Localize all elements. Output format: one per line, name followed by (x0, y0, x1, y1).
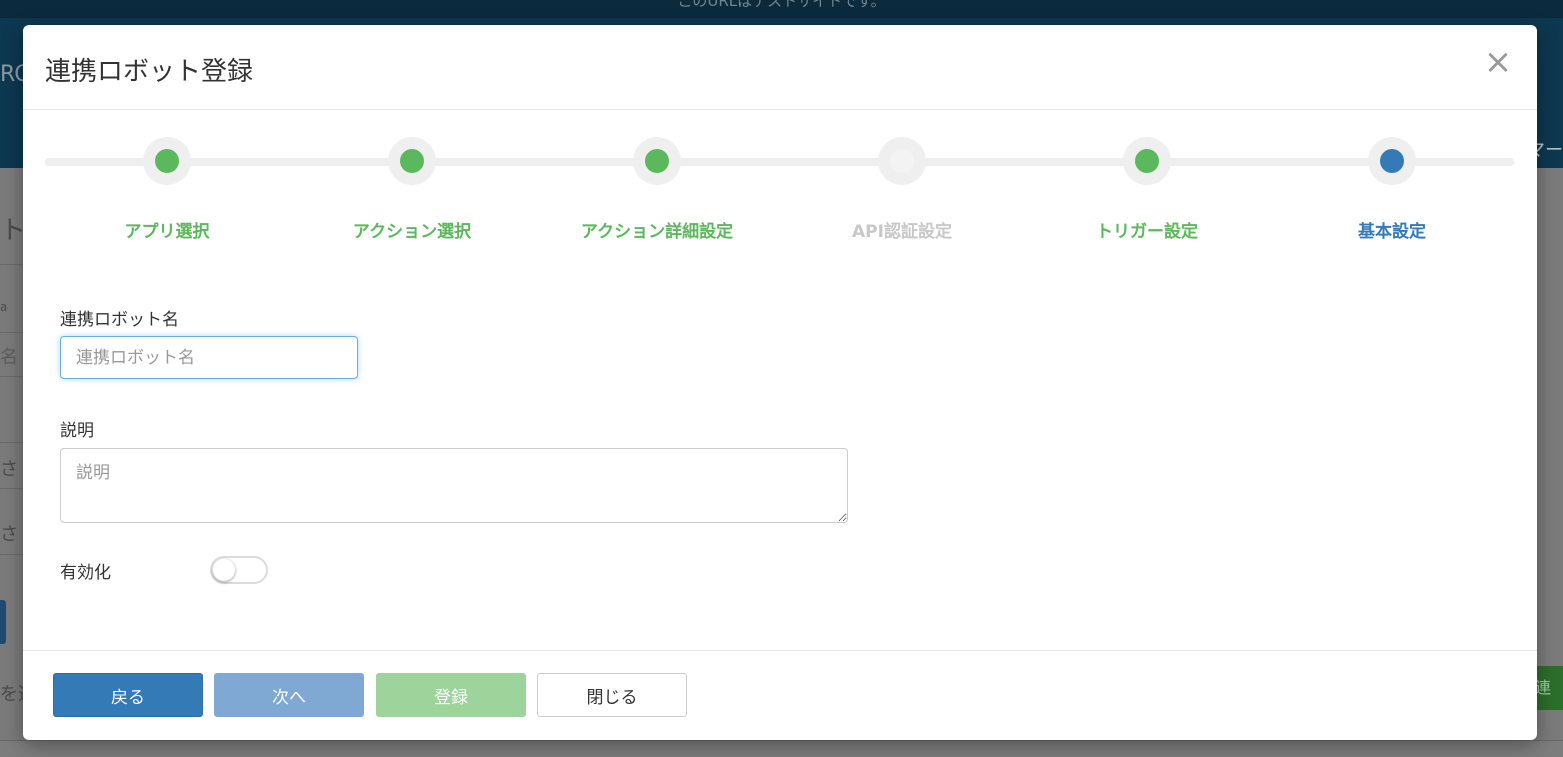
step-ring (388, 137, 436, 185)
enable-toggle[interactable] (210, 556, 268, 584)
wizard-stepper: アプリ選択 アクション選択 アクション詳細設定 API認証設定 トリガー設定 基… (45, 137, 1514, 247)
close-button[interactable]: 閉じる (537, 673, 687, 717)
modal-footer: 戻る 次へ 登録 閉じる (23, 650, 1537, 741)
enable-label: 有効化 (60, 563, 111, 583)
bg-button (0, 600, 6, 644)
bg-text-fragment: a (0, 300, 8, 314)
description-label: 説明 (60, 421, 94, 441)
robot-name-input[interactable] (60, 336, 358, 379)
bg-button-label: 連 (1535, 678, 1552, 697)
register-robot-modal: 連携ロボット登録 × アプリ選択 アクション選択 アクション詳細設定 API認証… (23, 25, 1537, 740)
close-icon[interactable]: × (1481, 45, 1515, 79)
bg-text-fragment: さ (0, 524, 18, 545)
modal-title: 連携ロボット登録 (45, 57, 254, 87)
step-label: アプリ選択 (124, 222, 210, 242)
stepper-track (45, 158, 1514, 166)
back-button[interactable]: 戻る (53, 673, 203, 717)
step-label: アクション選択 (352, 222, 472, 242)
description-textarea[interactable] (60, 448, 848, 523)
step-ring (143, 137, 191, 185)
step-dot-icon (645, 149, 669, 173)
step-label: トリガー設定 (1096, 222, 1198, 242)
step-dot-icon (400, 149, 424, 173)
bg-text-fragment: 名 (0, 347, 18, 368)
step-label: 基本設定 (1358, 222, 1426, 242)
step-label: アクション詳細設定 (580, 222, 734, 242)
step-ring (878, 137, 926, 185)
bg-text-fragment: さ (0, 459, 18, 480)
step-label: API認証設定 (852, 222, 952, 242)
step-dot-icon (890, 149, 914, 173)
bg-table-header (0, 740, 1563, 757)
step-dot-icon (1380, 149, 1404, 173)
step-ring (633, 137, 681, 185)
register-button[interactable]: 登録 (376, 673, 526, 717)
step-dot-icon (1135, 149, 1159, 173)
step-dot-icon (155, 149, 179, 173)
next-button[interactable]: 次へ (214, 673, 364, 717)
step-ring (1368, 137, 1416, 185)
modal-header: 連携ロボット登録 × (23, 25, 1537, 110)
test-site-banner: このURLはテストサイトです。 (0, 0, 1563, 18)
toggle-knob (213, 559, 235, 581)
test-site-banner-text: このURLはテストサイトです。 (677, 0, 886, 10)
robot-name-label: 連携ロボット名 (60, 310, 179, 330)
step-ring (1123, 137, 1171, 185)
bg-button-green: 連 (1535, 666, 1563, 710)
